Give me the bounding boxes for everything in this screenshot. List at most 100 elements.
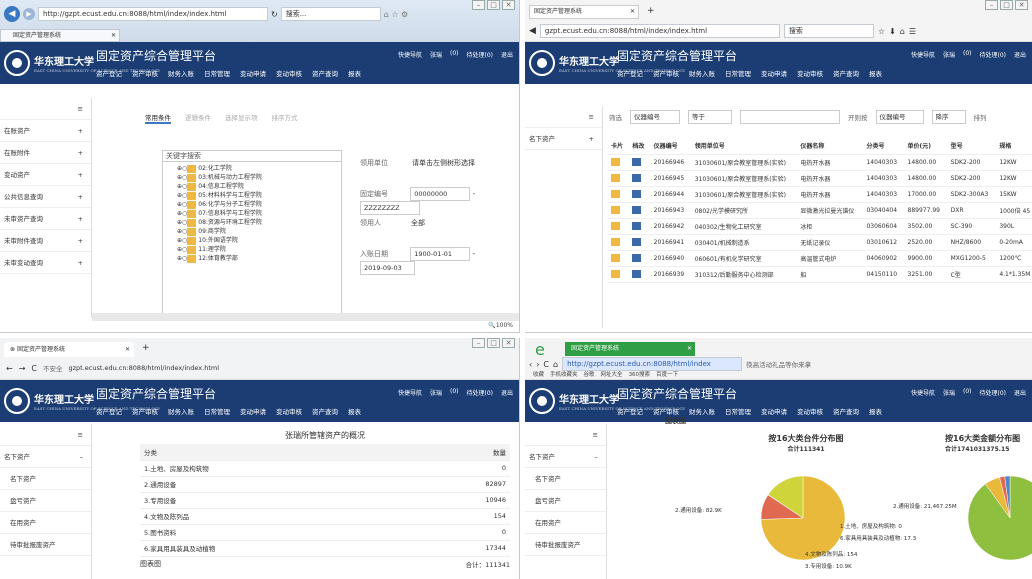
card-icon[interactable] [611, 206, 620, 214]
card-icon[interactable] [611, 158, 620, 166]
shortcut-nav-link[interactable]: 快捷导航 [398, 50, 422, 59]
card-cell[interactable] [607, 186, 629, 203]
sidebar-toggle[interactable]: ≡ [525, 424, 606, 446]
col-unit[interactable]: 领用单位号 [690, 138, 797, 155]
edit-icon[interactable] [632, 222, 642, 230]
back-icon[interactable]: ◀ [4, 6, 20, 22]
sidebar-item[interactable]: 在账资产 + [0, 120, 91, 142]
card-icon[interactable] [611, 270, 620, 278]
tree-node[interactable]: ⊕○ 07:信息科学与工程学院 [177, 209, 341, 218]
nav-daily[interactable]: 日常管理 [725, 68, 751, 78]
sidebar-item[interactable]: 盘亏资产 [0, 490, 91, 512]
sidebar-item-group[interactable]: 名下资产 – [525, 446, 606, 468]
table-row[interactable]: 20166940 060601/有机化学研究室 高温管式电炉 04060902 9900… [607, 250, 1032, 267]
horizontal-scrollbar[interactable] [92, 313, 519, 321]
nav-change-review[interactable]: 变动审核 [276, 68, 302, 78]
message-link[interactable]: (0) [450, 50, 459, 59]
nav-asset-register[interactable]: 资产登记 [617, 68, 643, 78]
back-icon[interactable]: ← [6, 364, 13, 373]
minimize-icon[interactable]: – [472, 338, 485, 348]
code-from-input[interactable]: 00000000 [410, 187, 471, 201]
tree-node[interactable]: ⊕○ 09:商学院 [177, 227, 341, 236]
user-link[interactable]: 张瑞 [943, 50, 955, 59]
table-row[interactable]: 20166945 31030601/原合教室管理系(实验) 电热开水器 1404030… [607, 170, 1032, 187]
card-icon[interactable] [611, 254, 620, 262]
nav-change-apply[interactable]: 变动申请 [761, 406, 787, 416]
bookmark-item[interactable]: 百度一下 [656, 370, 678, 378]
bookmark-item[interactable]: 手机收藏夹 [550, 370, 578, 378]
nav-report[interactable]: 报表 [348, 406, 361, 416]
card-icon[interactable] [611, 238, 620, 246]
nav-report[interactable]: 报表 [869, 406, 882, 416]
nav-asset-review[interactable]: 资产审核 [132, 68, 158, 78]
reload-icon[interactable]: C [31, 364, 37, 373]
col-code[interactable]: 仪器编号 [649, 138, 691, 155]
tab-logic[interactable]: 逻辑条件 [185, 112, 211, 124]
sidebar-item[interactable]: 未审资产查询 + [0, 208, 91, 230]
sort-order-select[interactable]: 降序 [931, 110, 966, 124]
col-spec[interactable]: 规格 [995, 138, 1032, 155]
sidebar-item[interactable]: 公共信息查询 + [0, 186, 91, 208]
sidebar-item[interactable]: 盘亏资产 [525, 490, 606, 512]
col-card[interactable]: 卡片 [607, 138, 629, 155]
user-link[interactable]: 张瑞 [430, 388, 442, 397]
home-icon[interactable]: ⌂ ☆ ⚙ [384, 10, 409, 19]
user-value[interactable]: 全部 [411, 219, 425, 227]
back-icon[interactable]: ‹ [529, 360, 532, 369]
address-bar[interactable]: gzpt.ecust.edu.cn:8088/html/index/index.… [69, 364, 220, 372]
filter-field-select[interactable]: 仪器编号 [630, 110, 680, 124]
date-to-input[interactable]: 2019-09-03 [360, 261, 415, 275]
table-row[interactable]: 20166941 030401/机械制造系 无纸记录仪 03010612 2520.00… [607, 234, 1032, 251]
new-tab-icon[interactable]: + [142, 343, 150, 353]
col-edit[interactable]: 档改 [628, 138, 650, 155]
sidebar-item-group[interactable]: 名下资产 – [0, 446, 91, 468]
address-bar[interactable]: http://gzpt.ecust.edu.cn:8088/html/index [562, 357, 743, 371]
browser-tab[interactable]: 固定资产管理系统 ✕ [565, 342, 695, 356]
edit-icon[interactable] [632, 158, 642, 166]
tree-node[interactable]: ⊕○ 05:材料科学与工程学院 [177, 191, 341, 200]
search-box[interactable]: 搜索... [280, 7, 381, 21]
maximize-icon[interactable]: □ [1000, 0, 1013, 10]
edit-icon[interactable] [632, 270, 642, 278]
sidebar-item[interactable]: 在账附件 + [0, 142, 91, 164]
browser-tab[interactable]: 固定资产管理系统 ✕ [529, 5, 639, 19]
browser-tab[interactable]: ⊗ 固定资产管理系统 ✕ [4, 342, 134, 357]
sidebar-item[interactable]: 在用资产 [0, 512, 91, 534]
col-class[interactable]: 分类号 [862, 138, 904, 155]
filter-value-input[interactable] [740, 110, 840, 124]
filter-op-select[interactable]: 等于 [688, 110, 732, 124]
sidebar-item[interactable]: 变动资产 + [0, 164, 91, 186]
nav-finance[interactable]: 财务入账 [689, 68, 715, 78]
pending-link[interactable]: 待处理(0) [466, 388, 493, 397]
edit-cell[interactable] [628, 234, 650, 251]
nav-change-apply[interactable]: 变动申请 [240, 68, 266, 78]
nav-change-apply[interactable]: 变动申请 [240, 406, 266, 416]
minimize-icon[interactable]: – [985, 0, 998, 10]
insecure-label[interactable]: 不安全 [43, 363, 63, 373]
card-cell[interactable] [607, 218, 629, 235]
tree-node[interactable]: ⊕○ 12:体育教学部 [177, 254, 341, 263]
close-icon[interactable]: ✕ [1015, 0, 1028, 10]
message-link[interactable]: (0) [963, 50, 972, 59]
nav-change-apply[interactable]: 变动申请 [761, 68, 787, 78]
nav-daily[interactable]: 日常管理 [204, 68, 230, 78]
sidebar-item[interactable]: 未审附件查询 + [0, 230, 91, 252]
logout-link[interactable]: 退出 [501, 50, 513, 59]
bookmark-item[interactable]: 360搜索 [629, 370, 651, 378]
back-icon[interactable]: ◀ [529, 26, 536, 36]
edit-cell[interactable] [628, 170, 650, 187]
tab-display[interactable]: 选择显示项 [225, 112, 258, 124]
pending-link[interactable]: 待处理(0) [979, 50, 1006, 59]
browser-tab[interactable]: 固定资产管理系统 ✕ [0, 29, 120, 42]
card-cell[interactable] [607, 266, 629, 283]
date-from-input[interactable]: 1900-01-01 [410, 247, 471, 261]
toolbar-icons[interactable]: ☆⬇⌂☰ [878, 27, 920, 36]
sidebar-item[interactable]: 名下资产 [0, 468, 91, 490]
nav-asset-review[interactable]: 资产审核 [653, 406, 679, 416]
logout-link[interactable]: 退出 [1014, 388, 1026, 397]
table-row[interactable]: 20166944 31030601/原合教室管理系(实验) 电热开水器 1404030… [607, 186, 1032, 203]
edit-cell[interactable] [628, 266, 650, 283]
pending-link[interactable]: 待处理(0) [466, 50, 493, 59]
edit-cell[interactable] [628, 218, 650, 235]
nav-change-review[interactable]: 变动审核 [276, 406, 302, 416]
